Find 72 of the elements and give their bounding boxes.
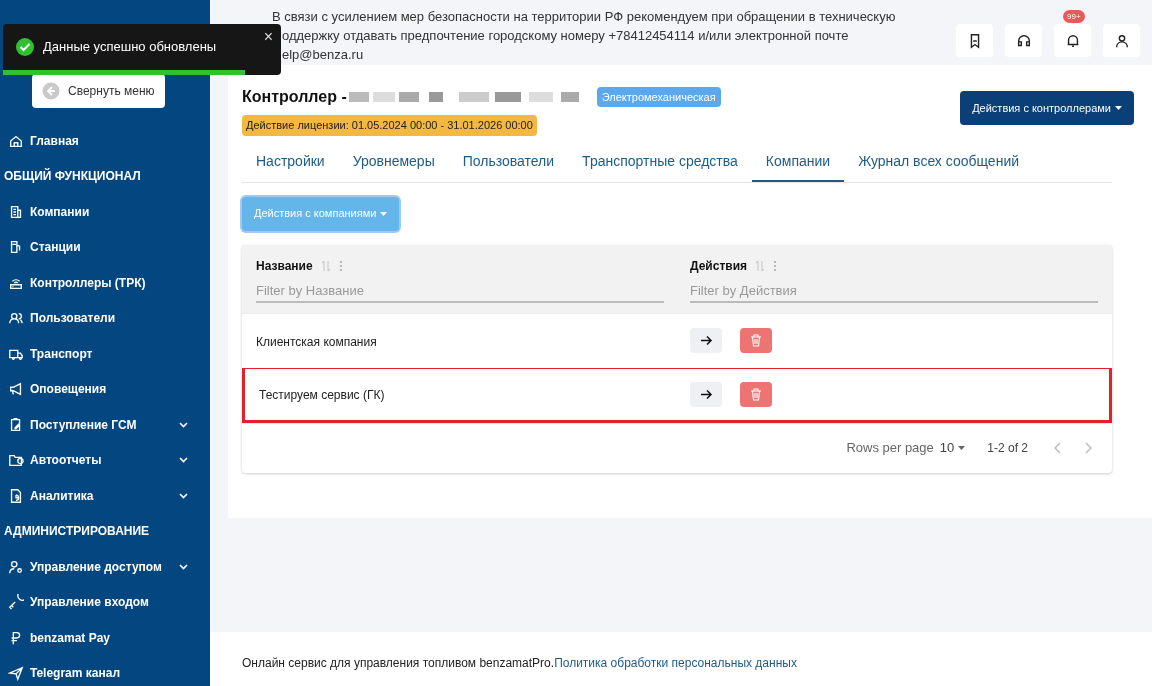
user-settings-icon [8,558,24,575]
sidebar-section-title: АДМИНИСТРИРОВАНИЕ [3,523,151,541]
more-vertical-icon[interactable] [773,259,778,272]
open-button[interactable] [690,328,722,353]
notice-text: В связи с усилением мер безопасности на территории РФ рекомендуем при обращении в техническую [272,8,897,26]
toast-message: Данные успешно обновлены [43,38,217,57]
notification-badge: 99+ [1063,10,1085,23]
column-header: Действия [690,257,748,275]
arrow-right-icon [699,335,713,346]
notice-text: оддержку отдавать предпочтение городскому номеру +78412454114 и/или электронной почте [281,27,850,45]
sidebar-item[interactable]: Транспорт [0,336,210,372]
sidebar-item[interactable]: benzamat Pay [0,620,210,656]
sidebar-item[interactable]: Главная [0,123,210,159]
document-chart-icon [8,487,24,504]
sidebar-item[interactable]: Telegram канал [0,655,210,686]
tab[interactable]: Пользователи [448,143,569,182]
filter-field[interactable]: Filter by Действия [690,280,1098,303]
previous-page-icon[interactable] [1054,442,1062,454]
tab[interactable]: Настройки [242,143,339,182]
filter-field[interactable]: Filter by Название [256,280,664,303]
building-icon [8,203,24,220]
rows-per-page-label: Rows per page [846,439,934,458]
more-vertical-icon[interactable] [338,259,343,272]
headset-button[interactable] [1005,24,1042,57]
controller-actions-button[interactable]: Действия с контроллерами [960,91,1134,125]
sidebar-item[interactable]: Аналитика [0,478,210,514]
caret-icon [958,446,966,450]
tab[interactable]: Уровнемеры [338,143,449,182]
sidebar-item[interactable]: Оповещения [0,371,210,407]
user-button[interactable] [1103,24,1140,57]
caret-icon [380,211,388,216]
type-badge: Электромеханическая [596,86,721,108]
collapse-menu-button[interactable]: Свернуть меню [32,74,165,108]
trash-icon [750,387,762,401]
table-cell: Клиентская компания [256,334,377,349]
page-range: 1-2 of 2 [987,440,1028,457]
delete-button[interactable] [740,381,772,407]
caret-icon [1115,106,1122,110]
table-cell: Тестируем сервис (ГК) [259,388,385,402]
check-circle-icon [15,37,35,57]
arrow-right-icon [699,388,713,400]
delete-button[interactable] [740,328,772,353]
privacy-policy-link[interactable]: Политика обработки персональных данных [554,656,797,670]
sidebar-section-title: ОБЩИЙ ФУНКЦИОНАЛ [3,167,142,186]
sidebar-item[interactable]: Станции [0,229,210,265]
send-icon [8,665,24,682]
tab[interactable]: Журнал всех сообщений [844,143,1034,182]
sidebar-item[interactable]: Контроллеры (ТРК) [0,265,210,301]
headset-icon [1015,32,1032,49]
column-header: Название [256,257,313,275]
sidebar-item[interactable]: Пользователи [0,300,210,336]
bell-button[interactable] [1054,24,1091,57]
rows-per-page-select[interactable]: 10 [939,438,966,458]
bookmark-button[interactable] [956,24,993,57]
user-icon [1113,32,1130,49]
tab[interactable]: Транспортные средства [568,143,752,182]
controller-title: Контроллер - [242,87,347,107]
footer-text: Онлайн сервис для управления топливом benzamatPro.Политика обработки персональных данных [242,656,797,670]
license-badge: Действие лицензии: 01.05.2024 00:00 - 31.01.2026 00:00 [242,115,537,136]
sidebar-item[interactable]: Управление входом [0,584,210,620]
next-page-icon[interactable] [1084,442,1092,454]
sidebar-item[interactable]: Автоотчеты [0,442,210,478]
megaphone-icon [8,381,24,398]
notice-text: elp@benza.ru [281,46,365,64]
open-button[interactable] [690,381,722,407]
sidebar-item[interactable]: Компании [0,194,210,230]
folder-clock-icon [8,452,24,469]
trash-icon [750,334,762,347]
close-button[interactable]: × [263,25,273,49]
sidebar-item[interactable]: Поступление ГСМ [0,407,210,443]
sidebar-item[interactable]: Управление доступом [0,549,210,585]
tab[interactable]: Компании [751,143,845,182]
